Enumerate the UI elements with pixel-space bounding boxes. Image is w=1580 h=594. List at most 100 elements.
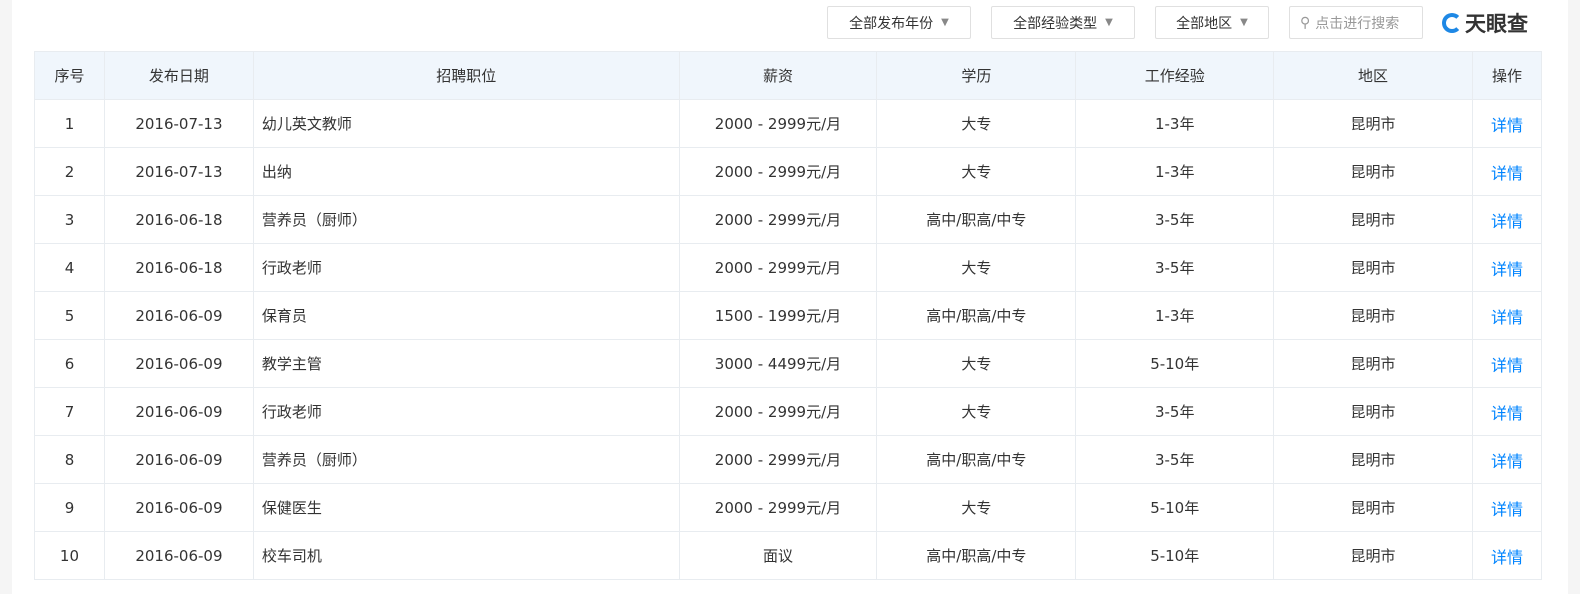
cell-col-index: 2 (34, 147, 105, 196)
cell-col-salary: 2000 - 2999元/月 (678, 483, 878, 532)
jobs-table: 序号 发布日期 招聘职位 薪资 学历 工作经验 地区 操作 1 2016-07-13 幼儿英文教师… (34, 51, 1543, 580)
cell-col-experience: 1-3年 (1075, 291, 1275, 340)
cell-col-education: 大专 (876, 243, 1077, 292)
cell-col-date: 2016-06-09 (103, 531, 254, 580)
cell-col-experience: 1-3年 (1075, 147, 1275, 196)
details-link[interactable]: 详情 (1491, 356, 1523, 375)
cell-col-date: 2016-06-09 (103, 291, 254, 340)
cell-col-education: 高中/职高/中专 (876, 435, 1077, 484)
details-link[interactable]: 详情 (1491, 452, 1523, 471)
cell-col-position: 幼儿英文教师 (252, 99, 680, 148)
details-link[interactable]: 详情 (1491, 260, 1523, 279)
experience-filter-dropdown[interactable]: 全部经验类型 ▼ (991, 6, 1135, 39)
logo-text: 天眼查 (1465, 12, 1528, 36)
cell-col-education: 高中/职高/中专 (876, 195, 1077, 244)
header-col-index: 序号 (34, 51, 105, 100)
cell-col-date: 2016-07-13 (103, 147, 254, 196)
cell-col-position: 保育员 (252, 291, 680, 340)
cell-col-action: 详情 (1471, 243, 1543, 292)
header-col-action: 操作 (1471, 51, 1543, 100)
cell-col-date: 2016-06-09 (103, 435, 254, 484)
cell-col-action: 详情 (1471, 291, 1543, 340)
cell-col-region: 昆明市 (1273, 147, 1473, 196)
cell-col-position: 出纳 (252, 147, 680, 196)
cell-col-experience: 3-5年 (1075, 435, 1275, 484)
cell-col-experience: 3-5年 (1075, 243, 1275, 292)
cell-col-salary: 2000 - 2999元/月 (678, 147, 878, 196)
search-icon: ⚲ (1300, 14, 1311, 31)
experience-filter-label: 全部经验类型 (1013, 15, 1098, 32)
cell-col-region: 昆明市 (1273, 339, 1473, 388)
details-link[interactable]: 详情 (1491, 308, 1523, 327)
details-link[interactable]: 详情 (1491, 500, 1523, 519)
cell-col-experience: 1-3年 (1075, 99, 1275, 148)
details-link[interactable]: 详情 (1491, 212, 1523, 231)
year-filter-dropdown[interactable]: 全部发布年份 ▼ (827, 6, 971, 39)
cell-col-region: 昆明市 (1273, 483, 1473, 532)
cell-col-region: 昆明市 (1273, 291, 1473, 340)
cell-col-position: 行政老师 (252, 243, 680, 292)
cell-col-action: 详情 (1471, 387, 1543, 436)
cell-col-index: 5 (34, 291, 105, 340)
cell-col-education: 大专 (876, 387, 1077, 436)
header-col-position: 招聘职位 (252, 51, 680, 100)
cell-col-education: 高中/职高/中专 (876, 291, 1077, 340)
table-row: 4 2016-06-18 行政老师 2000 - 2999元/月 大专 3-5年 昆明市 详情 (34, 243, 1543, 292)
cell-col-salary: 2000 - 2999元/月 (678, 243, 878, 292)
cell-col-region: 昆明市 (1273, 243, 1473, 292)
cell-col-date: 2016-06-09 (103, 339, 254, 388)
caret-down-icon: ▼ (1240, 17, 1248, 28)
cell-col-education: 大专 (876, 483, 1077, 532)
cell-col-index: 7 (34, 387, 105, 436)
cell-col-salary: 1500 - 1999元/月 (678, 291, 878, 340)
cell-col-region: 昆明市 (1273, 435, 1473, 484)
region-filter-dropdown[interactable]: 全部地区 ▼ (1155, 6, 1269, 39)
cell-col-education: 大专 (876, 339, 1077, 388)
header-col-experience: 工作经验 (1075, 51, 1275, 100)
cell-col-index: 8 (34, 435, 105, 484)
cell-col-salary: 2000 - 2999元/月 (678, 387, 878, 436)
cell-col-region: 昆明市 (1273, 99, 1473, 148)
cell-col-date: 2016-06-18 (103, 243, 254, 292)
cell-col-salary: 2000 - 2999元/月 (678, 435, 878, 484)
cell-col-action: 详情 (1471, 339, 1543, 388)
region-filter-label: 全部地区 (1176, 15, 1233, 32)
details-link[interactable]: 详情 (1491, 164, 1523, 183)
year-filter-label: 全部发布年份 (849, 15, 934, 32)
cell-col-salary: 2000 - 2999元/月 (678, 99, 878, 148)
header-col-date: 发布日期 (103, 51, 254, 100)
table-row: 10 2016-06-09 校车司机 面议 高中/职高/中专 5-10年 昆明市 详情 (34, 531, 1543, 580)
header-col-education: 学历 (876, 51, 1077, 100)
cell-col-education: 大专 (876, 99, 1077, 148)
header-col-region: 地区 (1273, 51, 1473, 100)
search-input[interactable]: ⚲ 点击进行搜索 (1289, 6, 1423, 39)
tianyancha-logo[interactable]: 天眼查 (1442, 8, 1528, 38)
right-gutter (1568, 0, 1580, 594)
cell-col-salary: 3000 - 4499元/月 (678, 339, 878, 388)
caret-down-icon: ▼ (1105, 17, 1113, 28)
header-col-salary: 薪资 (678, 51, 878, 100)
cell-col-position: 校车司机 (252, 531, 680, 580)
cell-col-index: 3 (34, 195, 105, 244)
cell-col-action: 详情 (1471, 195, 1543, 244)
cell-col-date: 2016-06-18 (103, 195, 254, 244)
cell-col-salary: 2000 - 2999元/月 (678, 195, 878, 244)
table-row: 3 2016-06-18 营养员（厨师） 2000 - 2999元/月 高中/职高/中专… (34, 195, 1543, 244)
cell-col-region: 昆明市 (1273, 195, 1473, 244)
table-row: 5 2016-06-09 保育员 1500 - 1999元/月 高中/职高/中专 1-3年… (34, 291, 1543, 340)
details-link[interactable]: 详情 (1491, 404, 1523, 423)
cell-col-region: 昆明市 (1273, 531, 1473, 580)
cell-col-index: 10 (34, 531, 105, 580)
caret-down-icon: ▼ (941, 17, 949, 28)
cell-col-education: 大专 (876, 147, 1077, 196)
details-link[interactable]: 详情 (1491, 116, 1523, 135)
cell-col-date: 2016-07-13 (103, 99, 254, 148)
left-gutter (0, 0, 12, 594)
table-row: 1 2016-07-13 幼儿英文教师 2000 - 2999元/月 大专 1-3年 昆明市… (34, 99, 1543, 148)
cell-col-action: 详情 (1471, 531, 1543, 580)
cell-col-position: 教学主管 (252, 339, 680, 388)
details-link[interactable]: 详情 (1491, 548, 1523, 567)
cell-col-position: 保健医生 (252, 483, 680, 532)
table-row: 6 2016-06-09 教学主管 3000 - 4499元/月 大专 5-10年 昆明市详… (34, 339, 1543, 388)
cell-col-salary: 面议 (678, 531, 878, 580)
